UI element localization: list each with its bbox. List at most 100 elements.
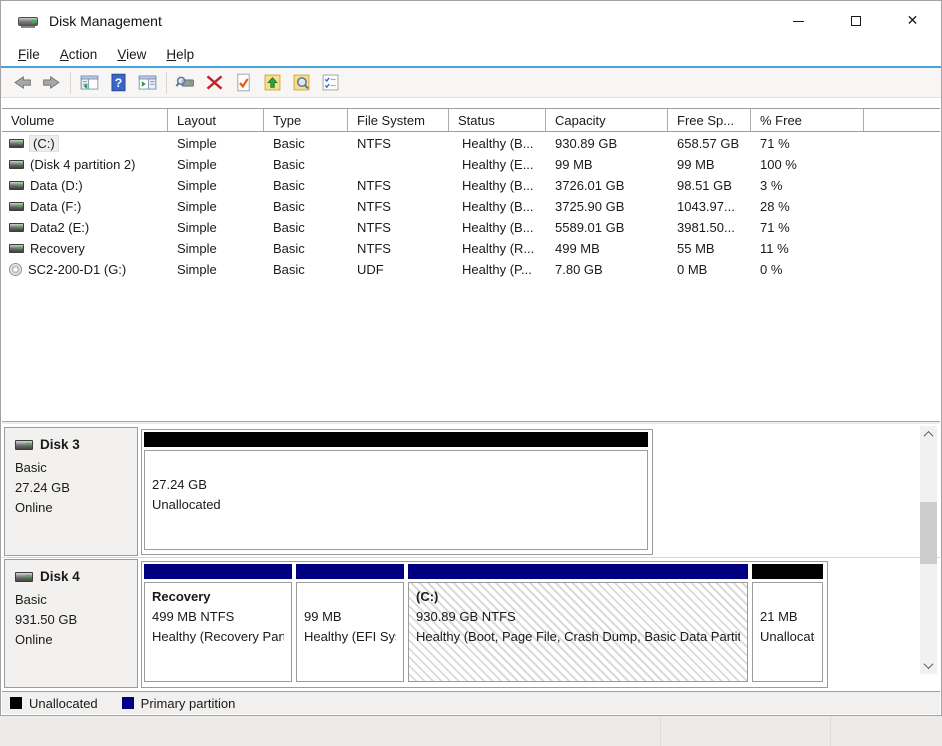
volume-row-data2-e[interactable]: Data2 (E:) Simple Basic NTFS Healthy (B.… — [2, 217, 940, 238]
disk-row-separator — [2, 557, 940, 558]
column-header-pct-free[interactable]: % Free — [751, 109, 864, 131]
red-x-icon — [204, 72, 225, 93]
folder-up-arrow-icon — [262, 72, 283, 93]
volume-list: (C:) Simple Basic NTFS Healthy (B... 930… — [2, 133, 940, 280]
status-cell: Healthy (R... — [449, 238, 546, 259]
show-console-tree-button[interactable] — [75, 70, 104, 96]
change-drive-letter-button[interactable] — [258, 70, 287, 96]
capacity-cell: 3725.90 GB — [546, 196, 668, 217]
column-header-capacity[interactable]: Capacity — [546, 109, 668, 131]
partition-status: Healthy (Boot, Page File, Crash Dump, Ba… — [416, 627, 740, 647]
volume-name: Recovery — [30, 241, 85, 256]
file-system-cell: NTFS — [348, 133, 449, 154]
menu-view[interactable]: View — [107, 43, 156, 66]
volume-name: (C:) — [30, 136, 58, 151]
partition-c[interactable]: (C:) 930.89 GB NTFS Healthy (Boot, Page … — [408, 564, 748, 685]
minimize-button[interactable] — [770, 1, 827, 41]
partition-title: Recovery — [152, 587, 284, 607]
disk3-info-card[interactable]: Disk 3 Basic 27.24 GB Online — [4, 427, 138, 556]
back-button[interactable] — [8, 70, 37, 96]
type-cell: Basic — [264, 154, 348, 175]
volume-row-sc2-200-d1[interactable]: SC2-200-D1 (G:) Simple Basic UDF Healthy… — [2, 259, 940, 280]
explore-button[interactable] — [287, 70, 316, 96]
disk4-info-card[interactable]: Disk 4 Basic 931.50 GB Online — [4, 559, 138, 688]
delete-button[interactable] — [200, 70, 229, 96]
volume-row-c[interactable]: (C:) Simple Basic NTFS Healthy (B... 930… — [2, 133, 940, 154]
toolbar-separator — [166, 72, 167, 94]
partition-status: Healthy (EFI System Partition) — [304, 627, 396, 647]
volume-row-disk4-partition2[interactable]: (Disk 4 partition 2) Simple Basic Health… — [2, 154, 940, 175]
disk-management-window: Disk Management ✕ File Action View Help … — [0, 0, 942, 716]
layout-cell: Simple — [168, 175, 264, 196]
partition-size: 930.89 GB NTFS — [416, 607, 740, 627]
chevron-up-icon — [924, 431, 934, 441]
legend-label-unallocated: Unallocated — [29, 696, 98, 711]
svg-text:?: ? — [115, 76, 122, 90]
volume-list-header: Volume Layout Type File System Status Ca… — [2, 108, 940, 132]
partition-size: 21 MB — [760, 607, 815, 627]
cd-icon — [9, 263, 22, 276]
toolbar: ? — [1, 68, 941, 98]
column-header-file-system[interactable]: File System — [348, 109, 449, 131]
disk-size: 27.24 GB — [15, 478, 127, 498]
disk-kind: Basic — [15, 458, 127, 478]
partition-title: (C:) — [416, 587, 740, 607]
layout-cell: Simple — [168, 133, 264, 154]
column-header-status[interactable]: Status — [449, 109, 546, 131]
disk-icon — [15, 440, 33, 450]
free-space-cell: 99 MB — [668, 154, 751, 175]
disk3-unallocated-partition[interactable]: 27.24 GB Unallocated — [144, 432, 648, 552]
free-space-cell: 658.57 GB — [668, 133, 751, 154]
scrollbar-thumb[interactable] — [920, 502, 937, 564]
capacity-cell: 3726.01 GB — [546, 175, 668, 196]
help-button[interactable]: ? — [104, 70, 133, 96]
file-system-cell: NTFS — [348, 196, 449, 217]
maximize-button[interactable] — [827, 1, 884, 41]
partition-recovery[interactable]: Recovery 499 MB NTFS Healthy (Recovery P… — [144, 564, 292, 685]
partition-size: 99 MB — [304, 607, 396, 627]
volume-row-recovery[interactable]: Recovery Simple Basic NTFS Healthy (R...… — [2, 238, 940, 259]
capacity-cell: 99 MB — [546, 154, 668, 175]
disk-state: Online — [15, 630, 127, 650]
folder-magnifier-icon — [291, 72, 312, 93]
vertical-scrollbar[interactable] — [920, 426, 937, 674]
rescan-disks-button[interactable] — [171, 70, 200, 96]
type-cell: Basic — [264, 175, 348, 196]
disk-management-app-icon — [18, 14, 40, 29]
task-list-button[interactable] — [316, 70, 345, 96]
column-header-free-space[interactable]: Free Sp... — [668, 109, 751, 131]
file-system-cell: NTFS — [348, 238, 449, 259]
volume-row-data-f[interactable]: Data (F:) Simple Basic NTFS Healthy (B..… — [2, 196, 940, 217]
partition-unallocated-21mb[interactable]: 21 MB Unallocated — [752, 564, 823, 685]
file-system-cell — [348, 154, 449, 175]
menu-file[interactable]: File — [8, 43, 50, 66]
show-action-pane-button[interactable] — [133, 70, 162, 96]
column-header-volume[interactable]: Volume — [2, 109, 168, 131]
menu-action[interactable]: Action — [50, 43, 108, 66]
capacity-cell: 930.89 GB — [546, 133, 668, 154]
column-header-layout[interactable]: Layout — [168, 109, 264, 131]
capacity-cell: 7.80 GB — [546, 259, 668, 280]
layout-cell: Simple — [168, 154, 264, 175]
pct-free-cell: 28 % — [751, 196, 864, 217]
free-space-cell: 3981.50... — [668, 217, 751, 238]
menu-help[interactable]: Help — [156, 43, 204, 66]
unallocated-swatch — [10, 697, 22, 709]
status-cell: Healthy (E... — [449, 154, 546, 175]
partition-efi[interactable]: 99 MB Healthy (EFI System Partition) — [296, 564, 404, 685]
disk-state: Online — [15, 498, 127, 518]
menu-bar: File Action View Help — [1, 41, 941, 67]
layout-cell: Simple — [168, 238, 264, 259]
volume-name: Data2 (E:) — [30, 220, 89, 235]
close-button[interactable]: ✕ — [884, 1, 941, 41]
scroll-up-button[interactable] — [920, 426, 937, 443]
forward-button[interactable] — [37, 70, 66, 96]
column-header-type[interactable]: Type — [264, 109, 348, 131]
layout-cell: Simple — [168, 196, 264, 217]
drive-icon — [9, 202, 24, 211]
capacity-cell: 499 MB — [546, 238, 668, 259]
volume-row-data-d[interactable]: Data (D:) Simple Basic NTFS Healthy (B..… — [2, 175, 940, 196]
primary-partition-color-bar — [296, 564, 404, 579]
scroll-down-button[interactable] — [920, 657, 937, 674]
properties-check-button[interactable] — [229, 70, 258, 96]
